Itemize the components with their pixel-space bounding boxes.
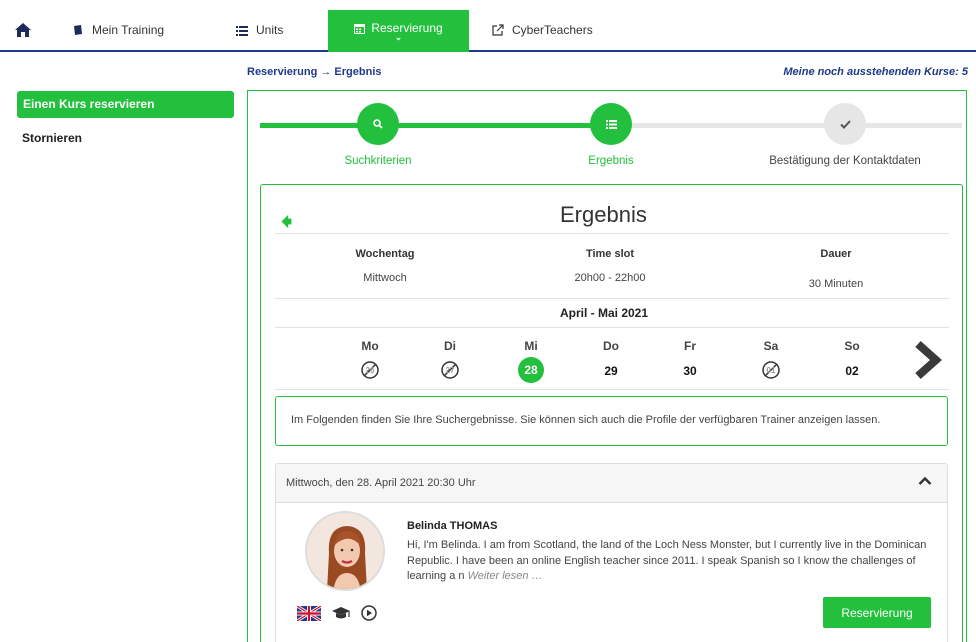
avatar[interactable] [305,511,385,591]
nav-mein-training[interactable]: Mein Training [72,10,164,50]
reserve-button[interactable]: Reservierung [823,597,931,628]
trainer-icons [297,605,377,621]
step-label-result: Ergebnis [588,155,634,167]
nav-label: CyberTeachers [512,23,593,37]
step-confirm-circle [824,103,866,145]
back-arrow-icon[interactable]: 🠸 [281,205,292,243]
book-icon [74,25,82,35]
read-more-link[interactable]: Weiter lesen … [468,570,543,582]
divider [275,233,949,234]
info-message: Im Folgenden finden Sie Ihre Suchergebni… [275,396,948,446]
divider [275,298,949,299]
day-01-unavailable: 01 [756,360,786,382]
unavailable-icon: 26 [361,361,379,379]
day-26-unavailable: 26 [355,360,385,382]
step-label-search: Suchkriterien [344,155,412,167]
value-duration: 30 Minuten [808,278,864,290]
nav-reservierung[interactable]: Reservierung ⌄ [328,10,469,52]
slot-heading: Mittwoch, den 28. April 2021 20:30 Uhr [286,477,476,489]
nav-label: Mein Training [92,23,165,37]
day-name-fr: Fr [684,339,696,353]
day-number: 27 [446,366,455,375]
graduation-cap-icon[interactable] [331,606,351,621]
step-label-confirm: Bestätigung der Kontaktdaten [769,155,921,167]
stepper-progress [260,123,612,128]
chevron-down-icon: ⌄ [394,32,403,42]
breadcrumb[interactable]: Reservierung → Ergebnis [247,66,382,78]
uk-flag-icon [297,605,321,621]
value-timeslot: 20h00 - 22h00 [574,272,646,284]
day-number: 26 [366,366,375,375]
day-29[interactable]: 29 [596,360,626,382]
nav-label: Units [256,23,284,37]
day-28-selected[interactable]: 28 [518,357,544,383]
trainer-name[interactable]: Belinda THOMAS [407,520,497,532]
day-27-unavailable: 27 [435,360,465,382]
unavailable-icon: 01 [762,361,780,379]
list-icon [236,25,248,36]
page-title: Ergebnis [560,202,647,227]
nav-units[interactable]: Units [236,10,283,50]
play-icon[interactable] [361,605,377,621]
unavailable-icon: 27 [441,361,459,379]
day-name-so: So [844,339,860,353]
divider [275,389,949,390]
value-weekday: Mittwoch [363,272,407,284]
nav-cyberteachers[interactable]: CyberTeachers [492,10,593,50]
stepper-remaining [612,123,962,128]
trainer-bio: Hi, I'm Belinda. I am from Scotland, the… [407,538,927,585]
next-week-chevron-icon[interactable] [914,340,943,386]
calendar-icon [354,23,366,34]
day-30[interactable]: 30 [675,360,705,382]
day-name-sa: Sa [763,339,779,353]
top-navigation: Mein Training Units Reservierung ⌄ Cyber… [0,10,976,52]
day-name-do: Do [603,339,619,353]
check-icon [839,119,851,129]
sidebar-item-reserve[interactable]: Einen Kurs reservieren [17,91,234,118]
nav-label: Reservierung [371,21,443,35]
month-label: April - Mai 2021 [560,306,649,320]
day-number: 01 [767,366,776,375]
list-icon [605,119,617,129]
day-name-mi: Mi [524,339,538,353]
header-duration: Dauer [820,248,852,260]
home-icon [15,23,31,37]
chevron-up-icon[interactable] [918,473,932,491]
day-name-mo: Mo [361,339,379,353]
sidebar-item-cancel[interactable]: Stornieren [22,131,82,145]
step-search-circle [357,103,399,145]
home-link[interactable] [14,10,44,50]
external-link-icon [492,24,504,36]
day-name-di: Di [444,339,456,353]
header-timeslot: Time slot [585,248,635,260]
header-weekday: Wochentag [355,248,415,260]
pending-courses-link[interactable]: Meine noch ausstehenden Kurse: 5 [783,66,968,78]
day-02[interactable]: 02 [837,360,867,382]
step-result-circle [590,103,632,145]
slot-header[interactable]: Mittwoch, den 28. April 2021 20:30 Uhr [276,464,947,503]
divider [275,327,949,328]
search-icon [373,119,383,129]
